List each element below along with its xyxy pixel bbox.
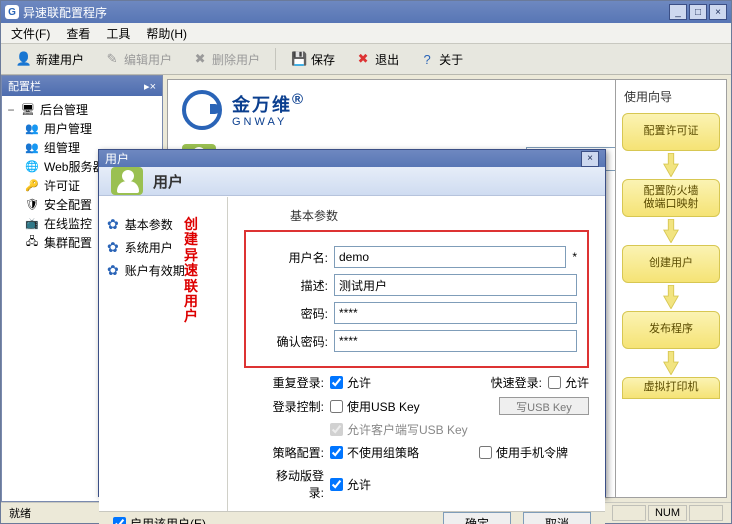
wizard-step-create-user[interactable]: 创建用户 [622, 245, 720, 283]
computer-icon: 🖥 [20, 103, 36, 117]
menu-view[interactable]: 查看 [58, 23, 98, 44]
exit-button[interactable]: ✖退出 [346, 47, 408, 72]
gear-icon: ✿ [107, 216, 119, 233]
wizard-step-publish[interactable]: 发布程序 [622, 311, 720, 349]
ok-button[interactable]: 确定 [443, 512, 511, 524]
wizard-step-firewall[interactable]: 配置防火墙 做端口映射 [622, 179, 720, 217]
dialog-titlebar: 用户 × [99, 150, 605, 167]
user-delete-icon: ✖ [192, 51, 208, 67]
annotation-note: 创建异速联用户 [183, 217, 199, 325]
save-icon: 💾 [291, 51, 307, 67]
menu-help[interactable]: 帮助(H) [138, 23, 195, 44]
wizard-step-license[interactable]: 配置许可证 [622, 113, 720, 151]
brand-logo-icon [182, 90, 222, 130]
titlebar: G 异速联配置程序 _ □ × [1, 1, 731, 23]
user-edit-icon: ✎ [104, 51, 120, 67]
dialog-form: 基本参数 用户名:* 描述: 密码: 确认密码: 重复登录:允许 快速登录:允许… [228, 197, 605, 511]
confirm-password-input[interactable] [334, 330, 577, 352]
brand-name-cn: 金万维® [232, 92, 305, 116]
cancel-button[interactable]: 取消 [523, 512, 591, 524]
client-usb-checkbox [330, 423, 343, 436]
separator [275, 48, 276, 70]
config-panel-title: 配置栏 ▸× [2, 76, 162, 96]
label-relogin: 重复登录: [264, 374, 330, 391]
label-loginctrl: 登录控制: [264, 398, 330, 415]
dialog-banner: 用户 [99, 167, 605, 196]
menu-tools[interactable]: 工具 [98, 23, 138, 44]
monitor-icon: 📺 [24, 217, 40, 231]
mobile-login-checkbox[interactable] [330, 478, 343, 491]
user-avatar-icon [111, 167, 143, 195]
wizard-step-printer[interactable]: 虚拟打印机 [622, 377, 720, 399]
help-icon: ? [419, 51, 435, 67]
brand-name-en: GNWAY [232, 116, 305, 128]
window-title: 异速联配置程序 [23, 4, 107, 21]
label-policy: 策略配置: [264, 444, 330, 461]
dialog-nav-system[interactable]: ✿系统用户 [107, 236, 219, 259]
label-fastlogin: 快速登录: [491, 374, 548, 391]
pin-icon[interactable]: ▸× [144, 80, 156, 93]
label-desc: 描述: [256, 277, 334, 294]
minimize-button[interactable]: _ [669, 4, 687, 20]
dialog-nav-expire[interactable]: ✿账户有效期 [107, 259, 219, 282]
arrow-down-icon [620, 349, 722, 377]
dialog-close-button[interactable]: × [581, 151, 599, 167]
gear-icon: ✿ [107, 262, 119, 279]
relogin-checkbox[interactable] [330, 376, 343, 389]
label-password: 密码: [256, 305, 334, 322]
dialog-footer: 启用该用户(E) 确定 取消 [99, 511, 605, 524]
wizard-title: 使用向导 [620, 86, 722, 113]
save-button[interactable]: 💾保存 [282, 47, 344, 72]
required-mark: * [572, 250, 577, 264]
shield-icon: 🛡 [24, 198, 40, 212]
phone-token-checkbox[interactable] [479, 446, 492, 459]
arrow-down-icon [620, 217, 722, 245]
delete-user-button[interactable]: ✖删除用户 [183, 47, 269, 72]
menu-file[interactable]: 文件(F) [3, 23, 58, 44]
group-title: 基本参数 [290, 207, 589, 224]
arrow-down-icon [620, 151, 722, 179]
dialog-nav: ✿基本参数 ✿系统用户 ✿账户有效期 创建异速联用户 [99, 197, 228, 511]
edit-user-button[interactable]: ✎编辑用户 [95, 47, 181, 72]
fastlogin-checkbox[interactable] [548, 376, 561, 389]
highlight-box: 用户名: * 描述: 密码: 确认密码: [244, 230, 589, 368]
enable-user-checkbox[interactable] [113, 517, 126, 524]
status-num: NUM [648, 505, 687, 521]
cluster-icon: 🖧 [24, 236, 40, 250]
label-mobile: 移动版登录: [264, 467, 330, 501]
write-usb-button[interactable]: 写USB Key [499, 397, 589, 415]
users-icon: 👥 [24, 122, 40, 136]
app-icon: G [5, 5, 19, 19]
username-input[interactable] [334, 246, 566, 268]
menubar: 文件(F) 查看 工具 帮助(H) [1, 23, 731, 44]
user-dialog: 用户 × 用户 ✿基本参数 ✿系统用户 ✿账户有效期 创建异速联用户 基本参数 … [98, 149, 606, 497]
label-username: 用户名: [256, 249, 334, 266]
wizard-panel: 使用向导 配置许可证 配置防火墙 做端口映射 创建用户 发布程序 虚拟打印机 [615, 79, 727, 498]
label-confirm: 确认密码: [256, 333, 334, 350]
user-add-icon: 👤 [16, 51, 32, 67]
password-input[interactable] [334, 302, 577, 324]
group-icon: 👥 [24, 141, 40, 155]
status-ready: 就绪 [9, 505, 31, 521]
app-window: G 异速联配置程序 _ □ × 文件(F) 查看 工具 帮助(H) 👤新建用户 … [0, 0, 732, 524]
tree-item-users[interactable]: 👥用户管理 [22, 119, 160, 138]
close-button[interactable]: × [709, 4, 727, 20]
status-cell [689, 505, 723, 521]
gear-icon: ✿ [107, 239, 119, 256]
arrow-down-icon [620, 283, 722, 311]
tree-root[interactable]: −🖥后台管理 [4, 100, 160, 119]
dialog-nav-basic[interactable]: ✿基本参数 [107, 213, 219, 236]
usbkey-checkbox[interactable] [330, 400, 343, 413]
exit-icon: ✖ [355, 51, 371, 67]
status-cell [612, 505, 646, 521]
no-group-policy-checkbox[interactable] [330, 446, 343, 459]
about-button[interactable]: ?关于 [410, 47, 472, 72]
maximize-button[interactable]: □ [689, 4, 707, 20]
desc-input[interactable] [334, 274, 577, 296]
new-user-button[interactable]: 👤新建用户 [7, 47, 93, 72]
key-icon: 🔑 [24, 179, 40, 193]
globe-icon: 🌐 [24, 160, 40, 174]
toolbar: 👤新建用户 ✎编辑用户 ✖删除用户 💾保存 ✖退出 ?关于 [1, 44, 731, 75]
